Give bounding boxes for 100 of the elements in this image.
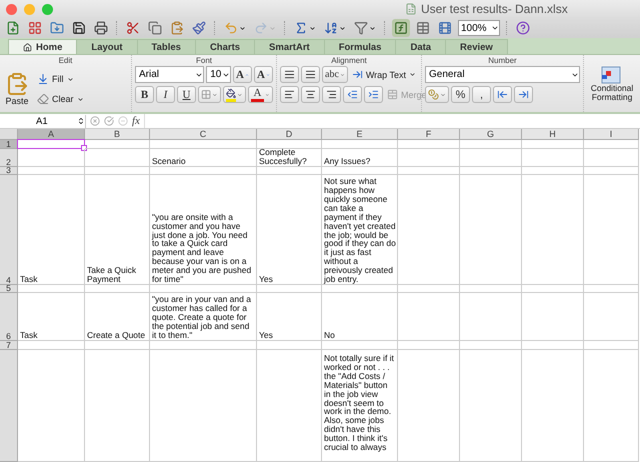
zoom-field[interactable]: 100% <box>458 20 500 36</box>
orientation-button[interactable]: abc <box>322 66 348 83</box>
table-cell: Not sure what happens how quickly someone can take a payment if they haven't yet created the job; would be good if they can do it just as fast without a preivously created job entry. <box>322 175 398 285</box>
lines-icon <box>284 69 295 80</box>
table-cell: Any Issues? <box>322 149 398 167</box>
save-icon <box>72 21 86 35</box>
fill-button[interactable]: Fill <box>35 70 86 88</box>
row-header[interactable]: 7 <box>0 341 18 350</box>
row-header[interactable]: 3 <box>0 167 18 175</box>
lines-icon <box>305 69 316 80</box>
ribbon-tab[interactable]: Review <box>445 39 508 54</box>
grid-icon <box>28 21 42 35</box>
format-painter-button[interactable] <box>190 19 208 37</box>
save-button[interactable] <box>70 19 88 37</box>
copy-icon <box>148 21 162 35</box>
toolbox-button[interactable] <box>414 19 432 37</box>
shrink-font-button[interactable]: A <box>254 66 273 83</box>
decrease-indent-button[interactable] <box>343 86 362 103</box>
increase-decimal-button[interactable] <box>493 86 512 103</box>
table-cell <box>522 149 584 167</box>
caret-icon <box>409 71 416 78</box>
group-title: Number <box>487 55 518 66</box>
underline-button[interactable]: U <box>177 86 196 103</box>
table-cell: Complete Succesfully? <box>257 149 322 167</box>
column-header[interactable]: C <box>150 129 257 140</box>
funnel-icon <box>354 21 368 35</box>
align-center-button[interactable] <box>301 86 320 103</box>
ribbon-tab[interactable]: SmartArt <box>254 39 325 54</box>
row-header[interactable]: 5 <box>0 285 18 293</box>
ribbon-tab[interactable]: Data <box>395 39 446 54</box>
caret-icon <box>339 24 346 32</box>
grow-font-button[interactable]: A <box>233 66 252 83</box>
caret-icon <box>369 24 376 32</box>
align-right-button[interactable] <box>322 86 341 103</box>
comma-button[interactable]: , <box>472 86 491 103</box>
table-cell <box>584 341 639 350</box>
conditional-formatting-button[interactable]: Conditional Formatting <box>584 55 640 112</box>
accounting-button[interactable] <box>425 86 449 103</box>
decrease-decimal-button[interactable] <box>514 86 533 103</box>
media-button[interactable] <box>436 19 454 37</box>
clear-button[interactable]: Clear <box>35 90 86 108</box>
row-header[interactable]: 2 <box>0 149 18 167</box>
font-size-field[interactable]: 10 <box>206 66 231 83</box>
align-top-button[interactable] <box>280 66 299 83</box>
insert-function-button[interactable]: fx <box>132 115 140 127</box>
table-cell: Yes <box>257 175 322 285</box>
stepper-icon <box>77 117 85 125</box>
ribbon-tab[interactable]: Layout <box>76 39 138 54</box>
column-header[interactable]: H <box>522 129 584 140</box>
table-cell: "you are onsite with a customer and you have just done a job. You need to take a Quick card payment and leave because your van is on a meter and you are pushed for time" <box>150 175 257 285</box>
table-cell <box>398 140 460 149</box>
number-format-field[interactable]: General <box>425 66 580 83</box>
font-name-field[interactable]: Arial <box>135 66 204 83</box>
group-title: Edit <box>58 55 74 66</box>
column-header[interactable]: A <box>18 129 85 140</box>
row-header[interactable]: 6 <box>0 293 18 341</box>
fill-color-button[interactable] <box>222 86 246 103</box>
caret-icon <box>269 24 276 32</box>
column-header[interactable]: G <box>460 129 522 140</box>
ribbon-tab[interactable]: Tables <box>136 39 196 54</box>
ribbon-tab[interactable]: Charts <box>194 39 256 54</box>
paste-button[interactable]: Paste <box>3 72 31 106</box>
ribbon-tab[interactable]: Home <box>8 39 78 54</box>
print-button[interactable] <box>92 19 110 37</box>
align-left-button[interactable] <box>280 86 299 103</box>
caret-icon <box>265 92 270 98</box>
gallery-button[interactable] <box>26 19 44 37</box>
column-header[interactable]: F <box>398 129 460 140</box>
ribbon-tab[interactable]: Formulas <box>324 39 396 54</box>
column-header[interactable]: D <box>257 129 322 140</box>
undo-icon <box>224 21 238 35</box>
column-header[interactable]: E <box>322 129 398 140</box>
cancel-icon <box>90 116 100 126</box>
arrow-down-icon <box>37 73 49 85</box>
table-cell: Create a Quote <box>85 293 150 341</box>
font-color-button[interactable]: A <box>248 86 273 103</box>
help-button[interactable] <box>514 19 532 37</box>
formula-builder-button[interactable] <box>392 19 410 37</box>
table-cell: Take a Quick Payment <box>85 175 150 285</box>
close-button[interactable] <box>6 4 17 14</box>
table-cell <box>257 341 322 350</box>
italic-button[interactable]: I <box>156 86 175 103</box>
percent-button[interactable]: % <box>451 86 470 103</box>
align-middle-button[interactable] <box>301 66 320 83</box>
table-cell <box>460 341 522 350</box>
table-cell: Task <box>18 293 85 341</box>
increase-indent-button[interactable] <box>364 86 383 103</box>
table-cell <box>584 293 639 341</box>
bold-button[interactable]: B <box>135 86 154 103</box>
eraser-icon <box>37 93 49 105</box>
name-box[interactable]: A1 <box>0 114 86 128</box>
wrap-text-button[interactable]: Wrap Text <box>350 66 418 83</box>
align-left-icon <box>284 89 295 100</box>
caret-icon <box>440 92 446 98</box>
column-header[interactable]: B <box>85 129 150 140</box>
row-header[interactable]: 4 <box>0 175 18 285</box>
copy-button[interactable] <box>146 19 164 37</box>
table-cell <box>522 140 584 149</box>
row-header[interactable]: 1 <box>0 140 18 149</box>
column-header[interactable]: I <box>584 129 639 140</box>
